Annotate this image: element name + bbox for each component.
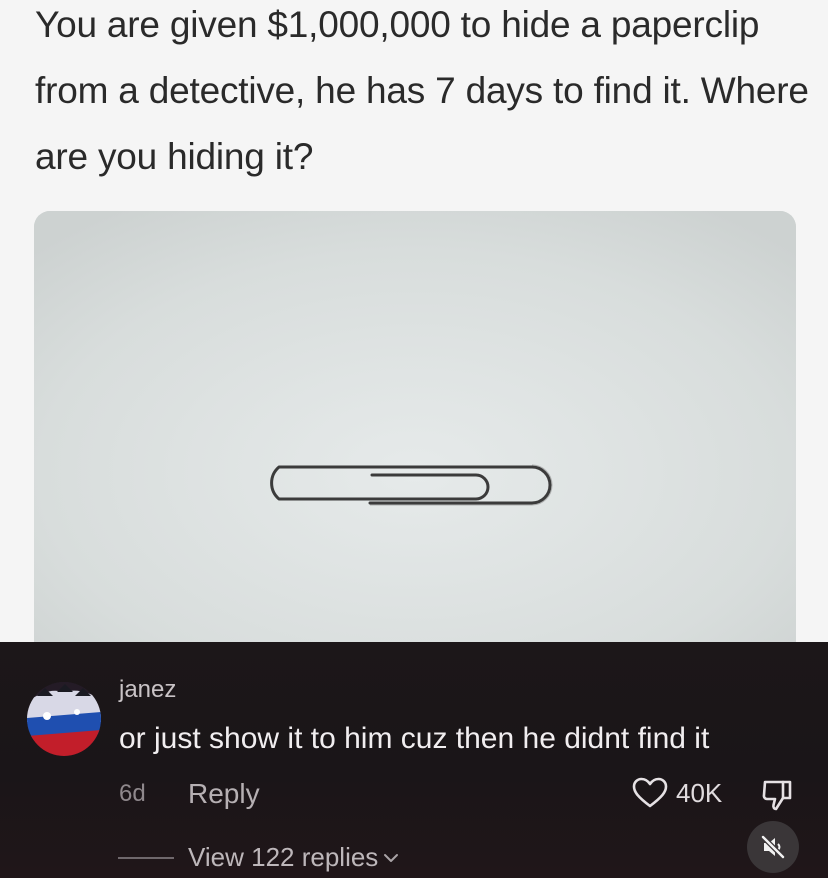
- dislike-button[interactable]: [759, 777, 795, 813]
- paperclip-icon: [34, 211, 796, 661]
- post-area: You are given $1,000,000 to hide a paper…: [0, 0, 828, 661]
- reply-button[interactable]: Reply: [188, 778, 260, 810]
- like-count: 40K: [676, 777, 723, 808]
- heart-icon: [632, 777, 668, 808]
- comment-section: janez or just show it to him cuz then he…: [0, 642, 828, 878]
- avatar[interactable]: [27, 682, 101, 756]
- avatar-image: [27, 682, 101, 756]
- view-replies-button[interactable]: View 122 replies: [118, 842, 400, 873]
- comment-time: 6d: [119, 780, 146, 807]
- muted-speaker-icon: [760, 834, 786, 860]
- mute-button[interactable]: [747, 821, 799, 873]
- thumbs-down-icon: [762, 780, 792, 811]
- comment-username[interactable]: janez: [119, 676, 176, 704]
- view-replies-label: View 122 replies: [188, 842, 379, 872]
- post-text: You are given $1,000,000 to hide a paper…: [35, 4, 809, 177]
- like-button[interactable]: 40K: [632, 775, 722, 811]
- post-image: [34, 211, 796, 661]
- comment-text: or just show it to him cuz then he didnt…: [119, 722, 710, 755]
- chevron-down-icon: [384, 853, 399, 862]
- replies-divider: [118, 856, 174, 859]
